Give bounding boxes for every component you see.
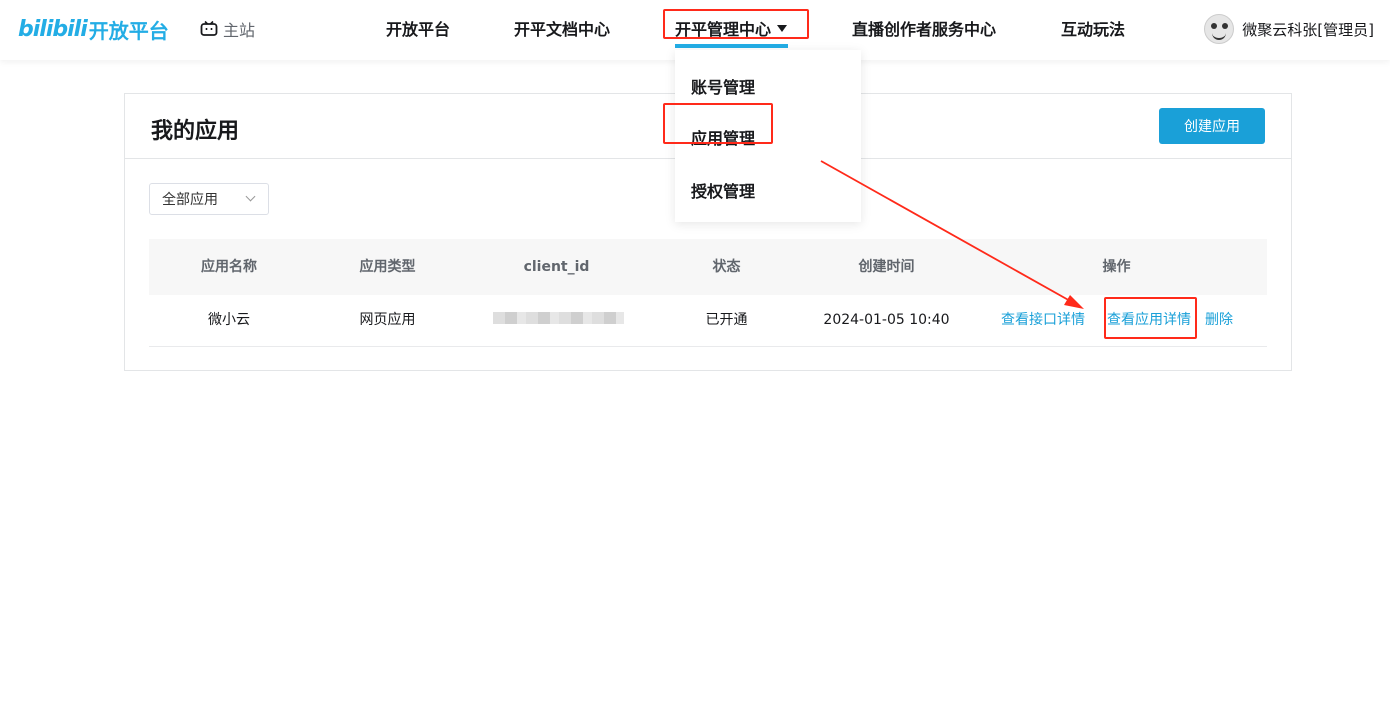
- app-filter-select[interactable]: 全部应用: [149, 183, 269, 215]
- nav-management-center-label: 开平管理中心: [675, 20, 772, 39]
- table-header: 应用名称 应用类型 client_id 状态 创建时间 操作: [149, 239, 1267, 295]
- menu-item-account-management[interactable]: 账号管理: [691, 74, 755, 98]
- column-header-status: 状态: [712, 259, 741, 275]
- nav-interactive-play[interactable]: 互动玩法: [1061, 16, 1125, 40]
- menu-item-app-management[interactable]: 应用管理: [691, 125, 755, 149]
- cell-status: 已开通: [705, 312, 748, 328]
- delete-app-link[interactable]: 删除: [1205, 295, 1233, 345]
- column-header-client-id: client_id: [523, 259, 590, 275]
- nav-docs-center[interactable]: 开平文档中心: [514, 16, 610, 40]
- home-link-label: 主站: [223, 21, 256, 40]
- avatar: [1204, 14, 1235, 44]
- management-dropdown-menu: 账号管理 应用管理 授权管理: [675, 50, 861, 222]
- column-header-app-name: 应用名称: [201, 259, 257, 275]
- table-row: 微小云 网页应用 已开通 2024-01-05 10:40 查看接口详情 查看应…: [149, 295, 1267, 347]
- apps-table: 应用名称 应用类型 client_id 状态 创建时间 操作 微小云 网页应用 …: [149, 239, 1267, 347]
- logo-subtitle: 开放平台: [88, 18, 169, 43]
- menu-item-auth-management[interactable]: 授权管理: [691, 178, 755, 202]
- user-menu[interactable]: 微聚云科张[管理员]: [1204, 14, 1374, 44]
- nav-management-center[interactable]: 开平管理中心: [675, 16, 788, 40]
- nav-live-creator-center[interactable]: 直播创作者服务中心: [852, 16, 996, 40]
- caret-down-icon: [777, 25, 788, 32]
- view-app-details-link[interactable]: 查看应用详情: [1107, 295, 1191, 345]
- page-title: 我的应用: [151, 119, 240, 144]
- column-header-actions: 操作: [1102, 259, 1131, 275]
- home-site-link[interactable]: 主站: [200, 17, 255, 41]
- column-header-created-time: 创建时间: [858, 259, 915, 275]
- cell-created-time: 2024-01-05 10:40: [823, 312, 950, 328]
- create-app-button[interactable]: 创建应用: [1159, 108, 1265, 144]
- logo-wordmark: bilibili: [18, 16, 88, 42]
- app-filter-value: 全部应用: [162, 192, 218, 208]
- nav-active-indicator: [675, 44, 788, 48]
- chevron-down-icon: [245, 191, 256, 202]
- view-api-details-link[interactable]: 查看接口详情: [1001, 295, 1085, 345]
- cell-app-type: 网页应用: [359, 312, 416, 328]
- cell-client-id-masked: [493, 312, 624, 324]
- user-name: 微聚云科张[管理员]: [1242, 20, 1374, 39]
- cell-app-name: 微小云: [208, 312, 250, 328]
- bilibili-open-platform-logo[interactable]: bilibili 开放平台: [18, 14, 169, 44]
- column-header-app-type: 应用类型: [359, 259, 416, 275]
- tv-icon: [200, 20, 218, 36]
- nav-open-platform[interactable]: 开放平台: [386, 16, 450, 40]
